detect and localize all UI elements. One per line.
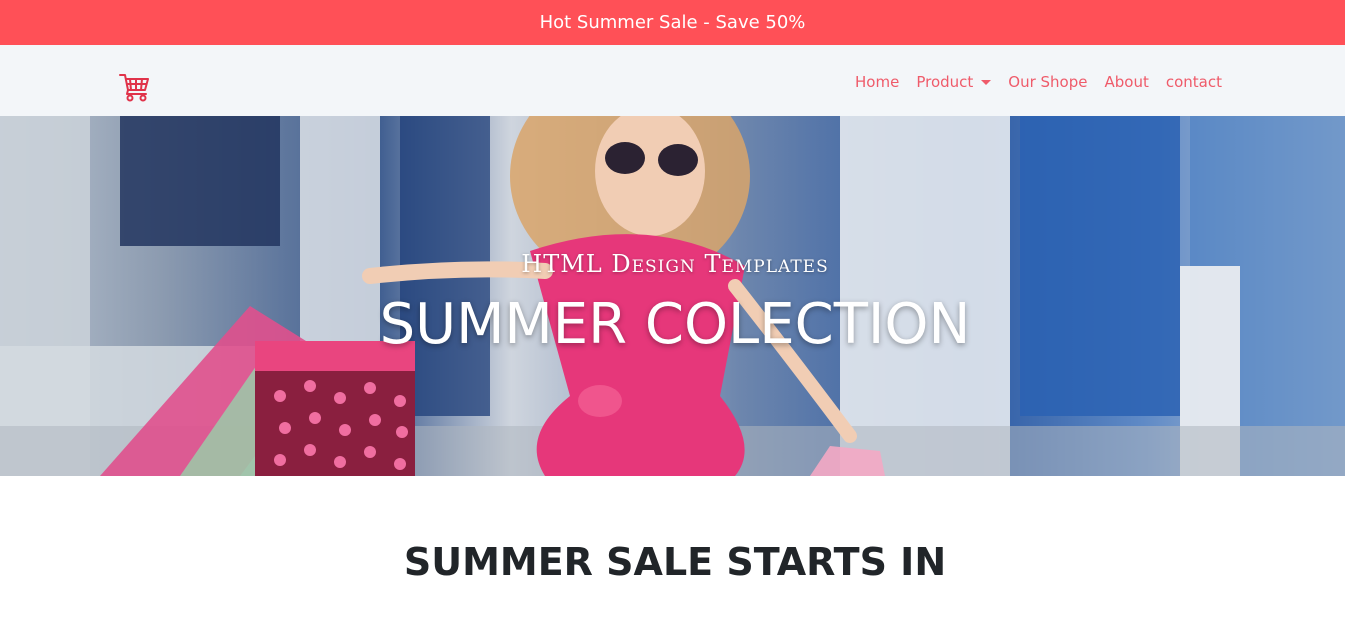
- nav-contact[interactable]: contact: [1166, 72, 1222, 92]
- section-title: SUMMER SALE STARTS IN: [403, 540, 947, 584]
- nav-about[interactable]: About: [1105, 72, 1149, 92]
- promo-bar: Hot Summer Sale - Save 50%: [0, 0, 1345, 45]
- navbar: Home Product Our Shope About contact: [0, 45, 1345, 116]
- nav-about-label: About: [1104, 73, 1149, 91]
- nav-menu: Home Product Our Shope About contact: [855, 72, 1222, 92]
- nav-our-shope-label: Our Shope: [1008, 73, 1088, 91]
- nav-product-label: Product: [916, 73, 974, 91]
- nav-home-label: Home: [855, 73, 900, 91]
- promo-text: Hot Summer Sale - Save 50%: [539, 12, 806, 33]
- caret-down-icon: [981, 80, 992, 85]
- hero-text: HTML Design Templates SUMMER COLECTION: [0, 116, 1345, 476]
- nav-our-shope[interactable]: Our Shope: [1008, 72, 1087, 92]
- logo-link[interactable]: [118, 72, 150, 102]
- nav-product-dropdown[interactable]: Product: [916, 72, 992, 92]
- hero-subtitle: HTML Design Templates: [521, 250, 829, 278]
- nav-contact-label: contact: [1165, 73, 1222, 91]
- shopping-cart-icon: [119, 74, 149, 102]
- hero-banner: HTML Design Templates SUMMER COLECTION: [0, 116, 1345, 476]
- hero-title: SUMMER COLECTION: [379, 292, 971, 357]
- nav-home[interactable]: Home: [855, 72, 899, 92]
